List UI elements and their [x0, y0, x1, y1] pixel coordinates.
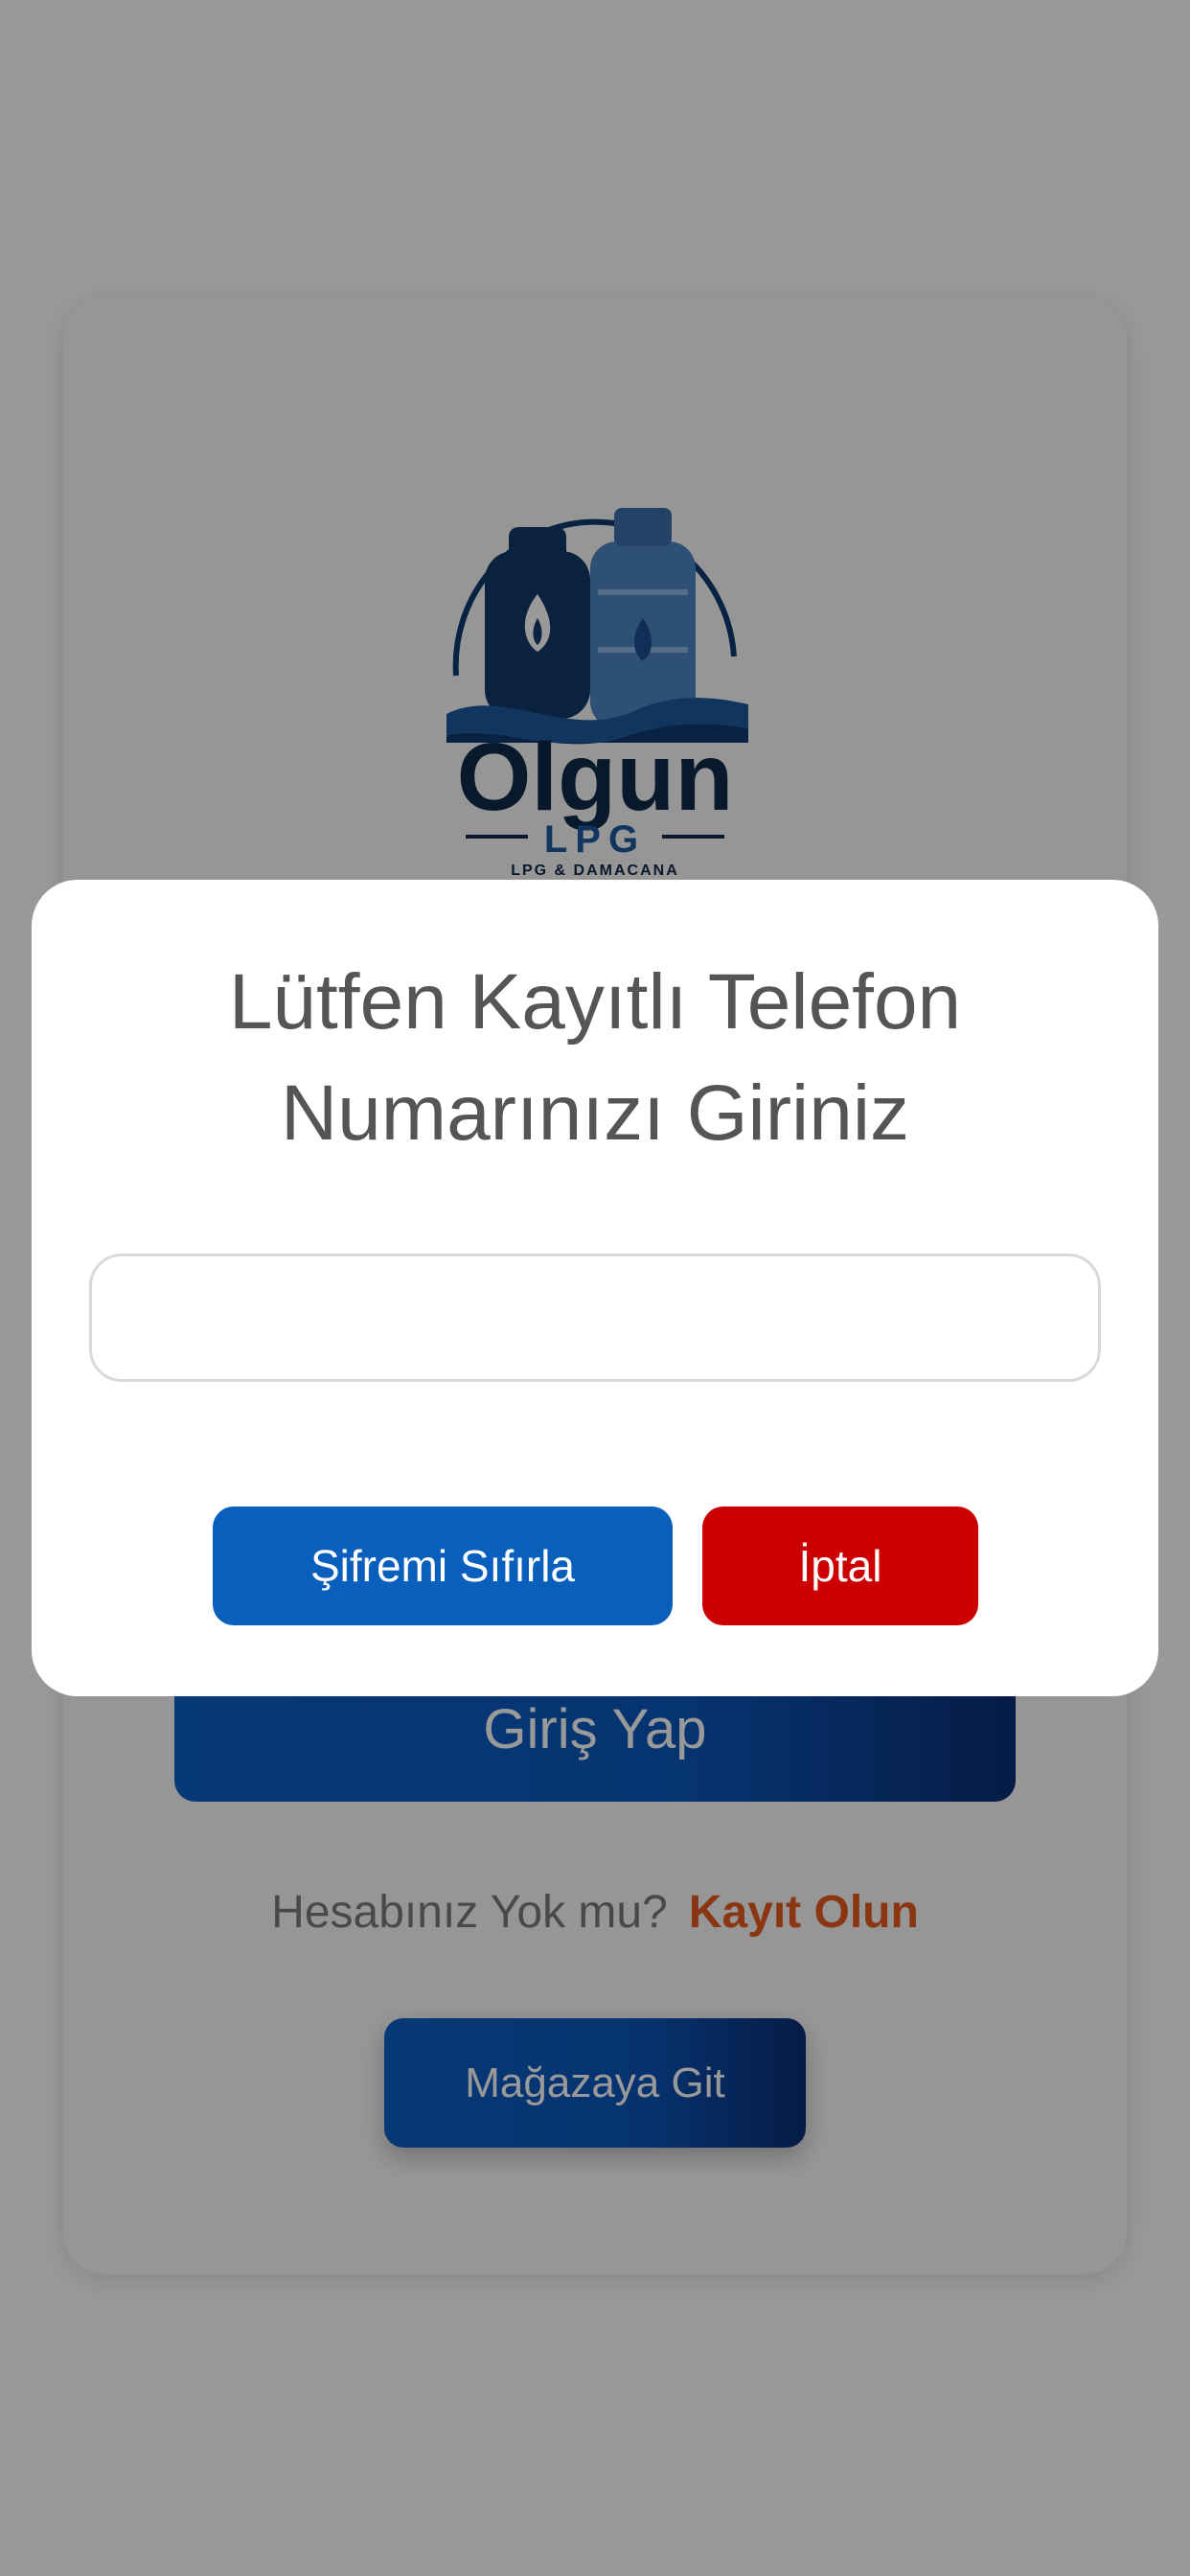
phone-input[interactable] [89, 1254, 1101, 1382]
dialog-title: Lütfen Kayıtlı Telefon Numarınızı Girini… [89, 947, 1101, 1169]
dialog-title-line2: Numarınızı Giriniz [280, 1070, 910, 1157]
reset-password-dialog: Lütfen Kayıtlı Telefon Numarınızı Girini… [32, 880, 1158, 1696]
dialog-title-line1: Lütfen Kayıtlı Telefon [228, 958, 962, 1046]
cancel-button[interactable]: İptal [702, 1506, 978, 1625]
screen: Olgun LPG LPG & DAMACANA Giriş Yap Hesab… [0, 0, 1190, 2576]
reset-password-button[interactable]: Şifremi Sıfırla [213, 1506, 673, 1625]
